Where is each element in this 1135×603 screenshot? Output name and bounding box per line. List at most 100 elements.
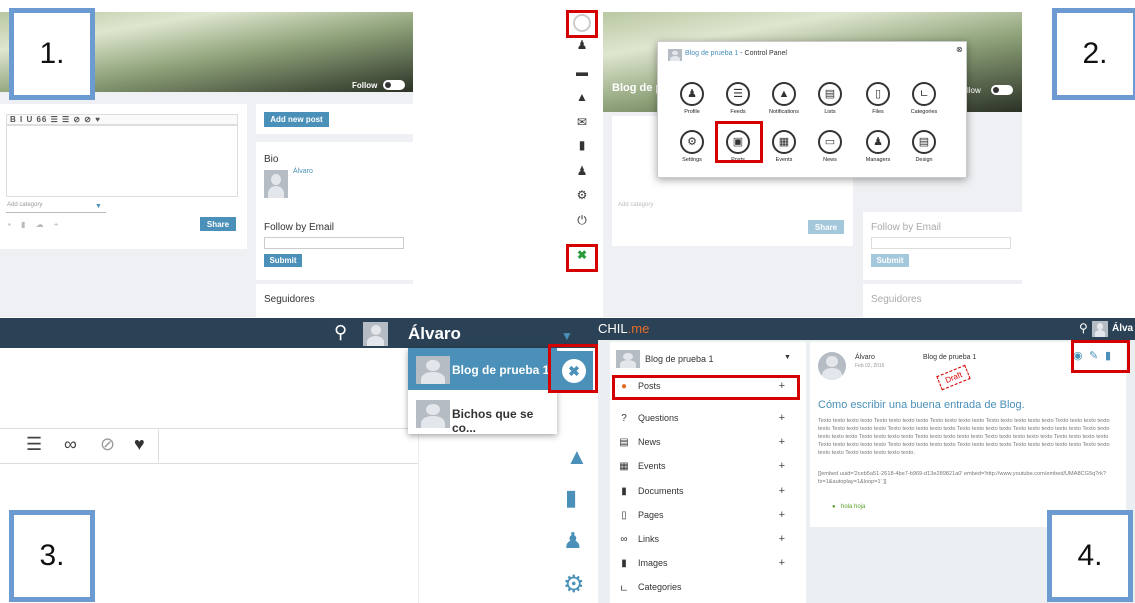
add-new-post-button[interactable]: Add new post [264, 112, 329, 127]
twitter-icon[interactable]: ♥ [134, 434, 145, 455]
menu-item-categories[interactable]: ㄴ Categories [610, 575, 815, 599]
follow-toggle[interactable] [383, 80, 405, 90]
attachment-icons[interactable]: ▪ ▮ ☁ ⌖ [8, 220, 62, 230]
highlight-tools [566, 244, 598, 272]
chevron-down-icon[interactable]: ▼ [784, 354, 791, 361]
menu-item-pages[interactable]: ▯ Pages + [610, 503, 815, 527]
add-icon[interactable]: + [779, 533, 785, 545]
bio-user-link[interactable]: Álvaro [293, 168, 313, 175]
menu-item-news[interactable]: ▤ News + [610, 430, 815, 454]
users-icon[interactable]: ♟ [569, 164, 595, 178]
cp-managers[interactable]: ♟ Managers [858, 130, 898, 163]
gear-icon[interactable]: ⚙ [563, 570, 585, 599]
cp-profile[interactable]: ♟ Profile [672, 82, 712, 115]
pages-icon[interactable]: ▮ [565, 485, 577, 511]
cp-news[interactable]: ▭ News [810, 130, 850, 163]
followers-heading: Seguidores [871, 294, 922, 305]
cp-settings[interactable]: ⚙ Settings [672, 130, 712, 163]
mail-icon[interactable]: ✉ [569, 115, 595, 129]
add-icon[interactable]: + [779, 485, 785, 497]
cp-profile-label: Profile [684, 109, 700, 115]
followers-heading: Seguidores [264, 294, 315, 305]
person-icon[interactable]: ♟ [569, 38, 595, 52]
bell-icon[interactable]: ▲ [569, 90, 595, 104]
cp-feeds[interactable]: ☰ Feeds [718, 82, 758, 115]
cp-events[interactable]: ▦ Events [764, 130, 804, 163]
categories-icon: ㄴ [619, 583, 629, 595]
add-icon[interactable]: + [779, 557, 785, 569]
lists-icon: ▤ [818, 82, 842, 106]
cp-files[interactable]: ▯ Files [858, 82, 898, 115]
power-icon[interactable]: ⏻ [569, 213, 595, 228]
cp-notifications[interactable]: ▲ Notifications [764, 82, 804, 115]
share-button[interactable]: Share [200, 217, 236, 231]
menu-item-images[interactable]: ▮ Images + [610, 551, 815, 575]
users-icon[interactable]: ♟ [563, 528, 583, 554]
add-icon[interactable]: + [779, 509, 785, 521]
avatar [363, 322, 388, 346]
bell-icon: ▲ [772, 82, 796, 106]
news-icon: ▭ [818, 130, 842, 154]
tag-icon: ● [832, 504, 836, 510]
cp-categories[interactable]: ㄴ Categories [904, 82, 944, 115]
chat-icon[interactable]: ▬ [569, 65, 595, 79]
dropdown-item-blog-2[interactable]: Bichos que se co... [408, 392, 557, 435]
vertical-nav: ♟ ▬ ▲ ✉ ▮ ♟ ⚙ ⏻ ✖ [566, 12, 598, 272]
menu-item-questions[interactable]: ? Questions + [610, 406, 815, 430]
user-name[interactable]: Álva [1112, 323, 1133, 334]
add-icon[interactable]: + [779, 460, 785, 472]
editor-textarea[interactable] [6, 125, 238, 197]
app-logo: CHIL.me [598, 321, 649, 336]
post-title[interactable]: Cómo escribir una buena entrada de Blog. [818, 399, 1025, 411]
calendar-icon: ▦ [772, 130, 796, 154]
calendar-icon: ▦ [619, 460, 629, 472]
email-field[interactable] [871, 237, 1011, 249]
post-blog[interactable]: Blog de prueba 1 [923, 354, 976, 361]
menu-label: Images [638, 558, 668, 568]
chevron-down-icon[interactable]: ▼ [561, 329, 573, 343]
menu-item-events[interactable]: ▦ Events + [610, 454, 815, 478]
link-icon[interactable]: ∞ [64, 434, 77, 455]
followers-card: Seguidores [256, 284, 413, 317]
submit-button[interactable]: Submit [871, 254, 909, 267]
step-1-label: 1. [9, 8, 95, 100]
post-author[interactable]: Álvaro [855, 354, 875, 361]
menu-label: Questions [638, 413, 679, 423]
list-icon[interactable]: ☰ [26, 434, 42, 455]
unlink-icon[interactable]: ⊘ [100, 434, 115, 455]
follow-email-card: Follow by Email Submit [863, 212, 1022, 280]
menu-item-links[interactable]: ∞ Links + [610, 527, 815, 551]
cp-managers-label: Managers [865, 157, 891, 163]
follow-email-card: Follow by Email Submit [256, 212, 413, 280]
post-tag[interactable]: hola hoja [841, 504, 865, 510]
menu-item-documents[interactable]: ▮ Documents + [610, 479, 815, 503]
toolbar-buttons[interactable]: B I U 66 ☰ ☰ ⊘ ⊘ ♥ [10, 115, 101, 124]
submit-button[interactable]: Submit [264, 254, 302, 267]
cp-design[interactable]: ▤ Design [904, 130, 944, 163]
page-icon: ▯ [621, 509, 627, 521]
cp-lists[interactable]: ▤ Lists [810, 82, 850, 115]
link-icon: ∞ [620, 533, 628, 545]
search-icon[interactable]: ⚲ [1079, 321, 1088, 335]
blog-select-label[interactable]: Blog de prueba 1 [645, 354, 714, 364]
editor-card: B I U 66 ☰ ☰ ⊘ ⊘ ♥ Add category ▼ ▪ ▮ ☁ … [0, 104, 247, 249]
search-icon[interactable]: ⚲ [334, 322, 347, 343]
author-avatar [818, 352, 846, 380]
share-button[interactable]: Share [808, 220, 844, 234]
gear-icon[interactable]: ⚙ [569, 188, 595, 202]
image-icon: ▮ [621, 557, 627, 569]
pages-icon[interactable]: ▮ [569, 138, 595, 152]
bell-icon[interactable]: ▲ [566, 444, 588, 470]
close-icon[interactable]: ⊗ [956, 45, 963, 54]
question-icon: ? [621, 412, 627, 424]
step-2-label: 2. [1052, 8, 1135, 100]
email-field[interactable] [264, 237, 404, 249]
user-name[interactable]: Álvaro [408, 324, 461, 344]
dialog-title-suffix: - Control Panel [738, 50, 787, 57]
add-icon[interactable]: + [779, 436, 785, 448]
follow-toggle[interactable] [991, 85, 1013, 95]
dropdown-item-blog-1[interactable]: Blog de prueba 1 [408, 348, 557, 390]
add-icon[interactable]: + [779, 412, 785, 424]
cp-lists-label: Lists [824, 109, 836, 115]
document-icon: ▮ [621, 485, 627, 497]
